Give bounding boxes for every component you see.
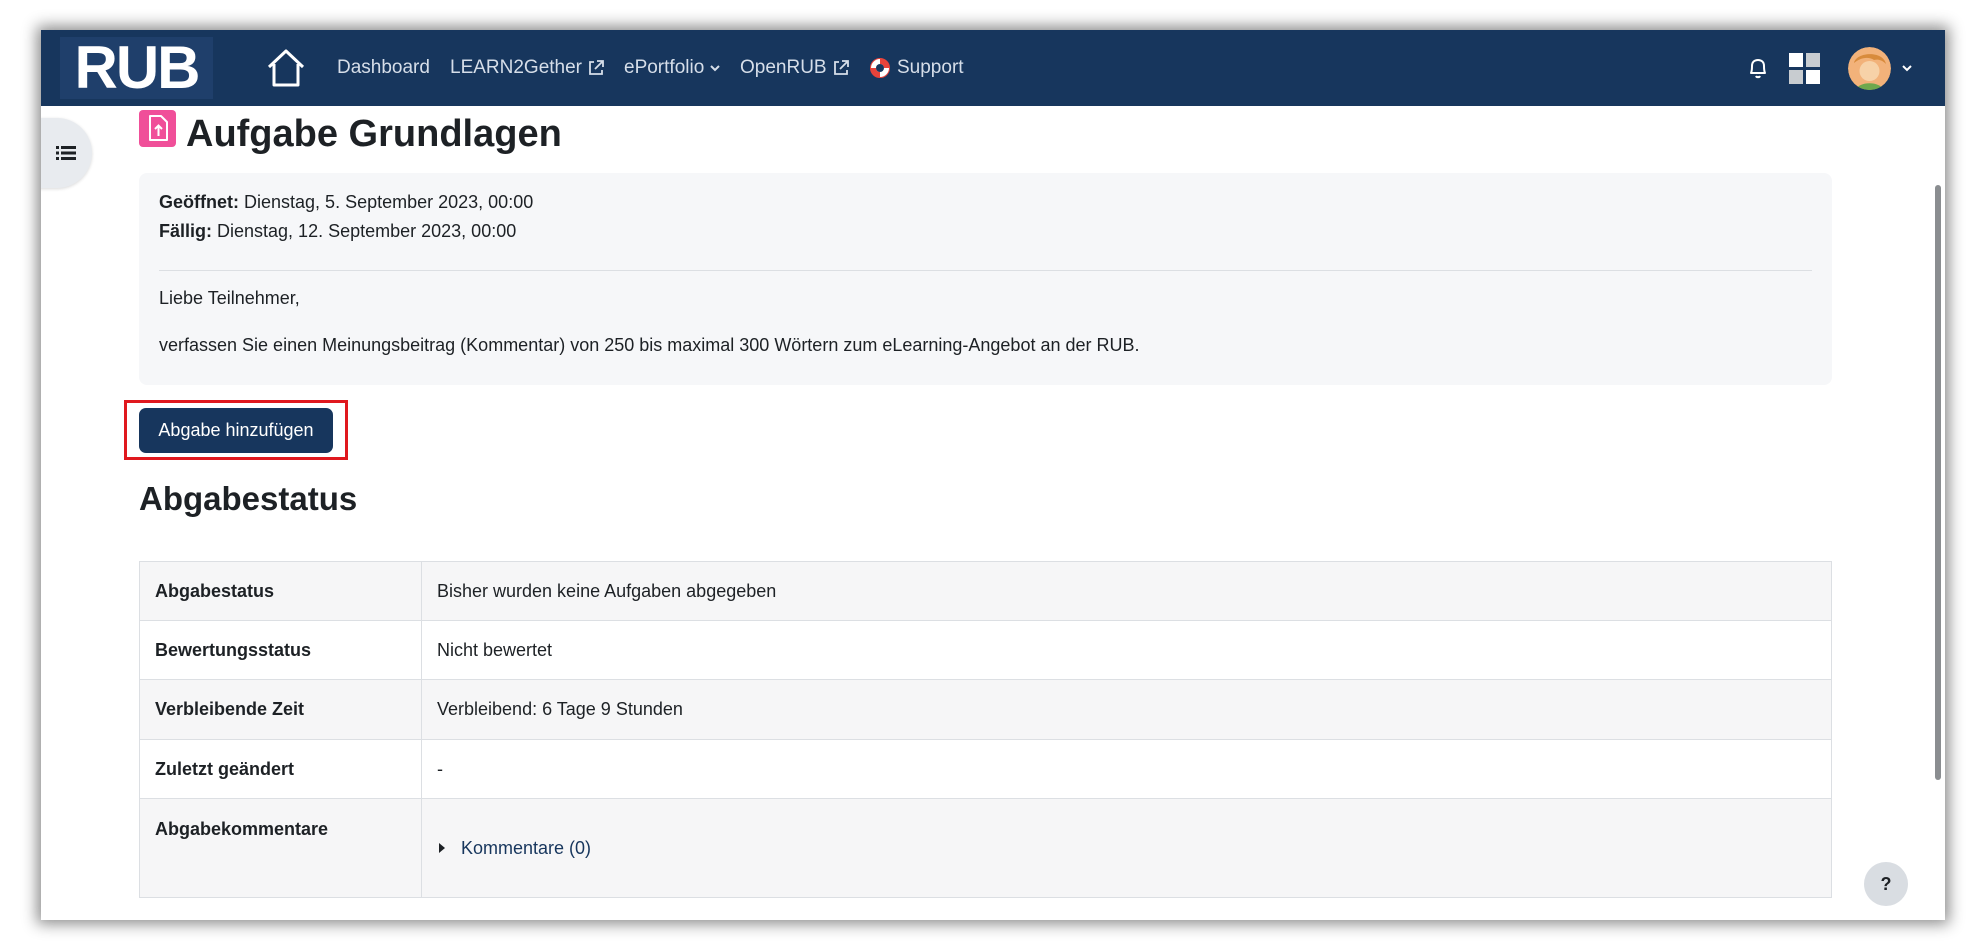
activity-dates-box: Geöffnet: Dienstag, 5. September 2023, 0… <box>139 173 1832 385</box>
due-value: Dienstag, 12. September 2023, 00:00 <box>217 221 517 241</box>
nav-openrub-label: OpenRUB <box>740 57 827 78</box>
home-icon[interactable] <box>264 46 308 90</box>
row-label: Zuletzt geändert <box>139 739 422 799</box>
table-row: Abgabekommentare Kommentare (0) <box>139 798 1832 898</box>
caret-right-icon <box>439 843 445 853</box>
nav-eportfolio[interactable]: ePortfolio <box>624 30 721 106</box>
course-index-toggle[interactable] <box>41 118 92 188</box>
nav-support[interactable]: Support <box>869 30 964 106</box>
avatar[interactable] <box>1848 47 1891 90</box>
nav-openrub[interactable]: OpenRUB <box>740 30 850 106</box>
page-header: Aufgabe Grundlagen <box>139 109 562 158</box>
row-label: Abgabekommentare <box>139 798 422 898</box>
scrollbar[interactable] <box>1935 185 1941 780</box>
row-value: Kommentare (0) <box>421 798 1832 898</box>
opened-date: Geöffnet: Dienstag, 5. September 2023, 0… <box>159 192 533 213</box>
page-title: Aufgabe Grundlagen <box>186 113 562 155</box>
assignment-description: verfassen Sie einen Meinungsbeitrag (Kom… <box>159 335 1140 355</box>
table-row: Verbleibende Zeit Verbleibend: 6 Tage 9 … <box>139 679 1832 740</box>
table-row: Bewertungsstatus Nicht bewertet <box>139 620 1832 680</box>
divider <box>159 270 1812 271</box>
row-label: Verbleibende Zeit <box>139 679 422 740</box>
add-submission-button[interactable]: Abgabe hinzufügen <box>139 408 333 453</box>
rub-logo[interactable]: RUB <box>60 37 213 99</box>
logo-text: RUB <box>74 34 201 101</box>
submission-status-table: Abgabestatus Bisher wurden keine Aufgabe… <box>139 561 1832 898</box>
row-value: Bisher wurden keine Aufgaben abgegeben <box>421 561 1832 621</box>
comments-label: Kommentare (0) <box>461 837 592 858</box>
external-link-icon <box>833 60 849 75</box>
greeting-text: Liebe Teilnehmer, <box>159 288 300 308</box>
bell-icon[interactable] <box>1747 56 1769 80</box>
table-row: Zuletzt geändert - <box>139 739 1832 799</box>
due-label: Fällig: <box>159 221 212 241</box>
nav-support-label: Support <box>897 57 964 78</box>
assignment-icon <box>139 109 176 147</box>
nav-dashboard-label: Dashboard <box>337 57 430 78</box>
table-row: Abgabestatus Bisher wurden keine Aufgabe… <box>139 561 1832 621</box>
external-link-icon <box>589 60 604 75</box>
nav-learn2gether[interactable]: LEARN2Gether <box>450 30 605 106</box>
grid-icon[interactable] <box>1789 53 1820 84</box>
row-value: Verbleibend: 6 Tage 9 Stunden <box>421 679 1832 740</box>
list-icon <box>55 146 76 160</box>
submission-status-heading: Abgabestatus <box>139 480 358 517</box>
opened-label: Geöffnet: <box>159 192 239 212</box>
row-value: Nicht bewertet <box>421 620 1832 680</box>
help-button[interactable]: ? <box>1864 862 1908 906</box>
row-label: Abgabestatus <box>139 561 422 621</box>
browser-viewport: RUB Dashboard LEARN2Gether ePortfolio Op… <box>41 30 1945 920</box>
due-date: Fällig: Dienstag, 12. September 2023, 00… <box>159 221 516 242</box>
nav-learn2gether-label: LEARN2Gether <box>450 57 583 78</box>
row-label: Bewertungsstatus <box>139 620 422 680</box>
lifebuoy-icon <box>870 58 890 78</box>
comments-toggle[interactable]: Kommentare (0) <box>437 838 1816 859</box>
chevron-down-icon[interactable] <box>1901 62 1913 74</box>
nav-eportfolio-label: ePortfolio <box>624 57 705 78</box>
top-navbar: RUB Dashboard LEARN2Gether ePortfolio Op… <box>41 30 1945 106</box>
nav-dashboard[interactable]: Dashboard <box>337 30 430 106</box>
row-value: - <box>421 739 1832 799</box>
opened-value: Dienstag, 5. September 2023, 00:00 <box>244 192 534 212</box>
chevron-down-icon <box>710 65 720 72</box>
